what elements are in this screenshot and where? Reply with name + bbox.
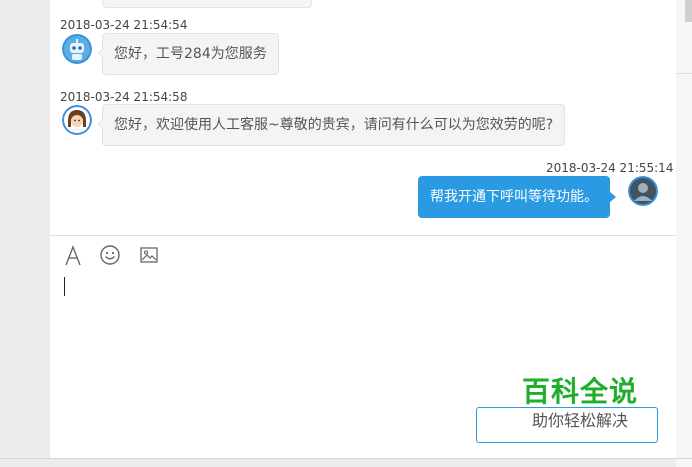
watermark-title: 百科全说 [521, 375, 638, 408]
right-scrollbar[interactable] [676, 0, 692, 467]
message-bubble: 您好，欢迎使用人工客服~尊敬的贵宾，请问有什么可以为您效劳的呢? [96, 104, 566, 146]
agent-avatar-icon [62, 105, 92, 135]
emoji-icon[interactable] [99, 244, 121, 266]
message-timestamp: 2018-03-24 21:54:58 [60, 90, 188, 104]
outgoing-message-bubble: 帮我开通下呼叫等待功能。 [418, 176, 616, 218]
message-timestamp: 2018-03-24 21:54:54 [60, 18, 188, 32]
font-icon[interactable] [62, 244, 84, 266]
watermark-logo: 百科全说 助你轻松解决 [516, 376, 644, 434]
message-bubble: 您好，工号284为您服务 [97, 33, 279, 75]
image-icon[interactable] [138, 244, 160, 266]
scrollbar-separator [676, 73, 692, 74]
chat-window: 2018-03-24 21:54:54 您好，工号284为您服务 2018-03… [50, 0, 676, 458]
user-avatar-icon [628, 176, 658, 206]
previous-message-bubble [102, 0, 312, 8]
input-divider [50, 235, 676, 236]
scrollbar-thumb[interactable] [685, 0, 692, 22]
robot-avatar-icon [62, 34, 92, 64]
message-input-caret[interactable] [64, 277, 65, 296]
bottom-border [0, 458, 692, 459]
message-timestamp: 2018-03-24 21:55:14 [546, 161, 674, 175]
watermark-subtitle: 助你轻松解决 [516, 408, 644, 434]
message-list[interactable]: 2018-03-24 21:54:54 您好，工号284为您服务 2018-03… [50, 0, 676, 235]
